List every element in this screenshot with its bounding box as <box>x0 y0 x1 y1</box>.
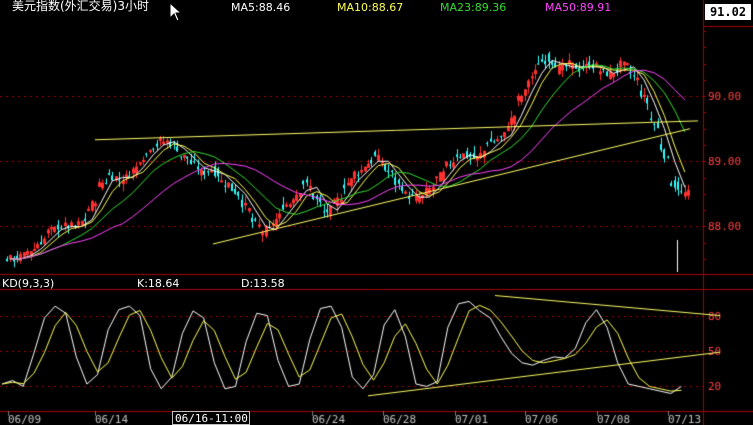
price-chart-canvas[interactable] <box>0 0 753 425</box>
current-price-badge: 91.02 <box>705 4 751 20</box>
chart-title: 美元指数(外汇交易)3小时 <box>12 0 149 13</box>
ma23-label: MA23:89.36 <box>440 1 507 14</box>
k-value-label: K:18.64 <box>137 277 180 290</box>
d-value-label: D:13.58 <box>241 277 285 290</box>
ma10-label: MA10:88.67 <box>337 1 404 14</box>
cursor-date-label: 06/16-11:00 <box>172 411 250 425</box>
mouse-cursor-icon <box>169 2 183 22</box>
ma50-label: MA50:89.91 <box>545 1 612 14</box>
kd-indicator-label: KD(9,3,3) <box>2 277 55 290</box>
ma5-label: MA5:88.46 <box>231 1 291 14</box>
